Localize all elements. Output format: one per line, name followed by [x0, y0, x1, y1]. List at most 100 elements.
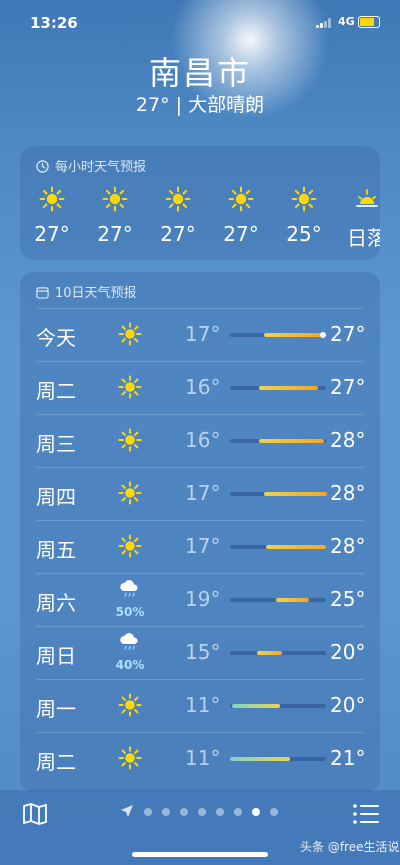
- day-label: 周二: [36, 379, 76, 403]
- temp-range-fill: [276, 598, 309, 602]
- precip-chance: 40%: [115, 658, 145, 672]
- day-label: 今天: [36, 326, 76, 350]
- low-temp: 17°: [185, 534, 221, 558]
- row-divider: [36, 573, 364, 574]
- sunset-icon: [337, 186, 380, 216]
- rain-cloud-icon: [118, 630, 142, 654]
- hour-temp: 27°: [160, 222, 196, 246]
- forecast-row[interactable]: 周五 17° 28°: [20, 520, 380, 572]
- high-temp: 28°: [330, 428, 366, 452]
- status-bar: 13:26 4G: [0, 0, 400, 44]
- current-temp-dot: [320, 332, 327, 338]
- hour-temp: 日落: [347, 226, 380, 250]
- high-temp: 25°: [330, 587, 366, 611]
- rain-cloud-icon: [118, 577, 142, 601]
- sun-icon: [118, 322, 142, 346]
- temp-range-fill: [230, 757, 290, 761]
- forecast-row[interactable]: 周六 50% 19° 25°: [20, 573, 380, 625]
- hour-item: 日落: [337, 186, 380, 251]
- row-divider: [36, 679, 364, 680]
- day-label: 周二: [36, 750, 76, 774]
- low-temp: 19°: [185, 587, 221, 611]
- sun-icon: [118, 428, 142, 452]
- low-temp: 11°: [185, 746, 221, 770]
- sun-icon: [118, 375, 142, 399]
- temp-range-bar: [230, 598, 326, 602]
- home-indicator[interactable]: [132, 852, 268, 857]
- sun-icon: [148, 186, 208, 216]
- row-divider: [36, 414, 364, 415]
- temp-range-fill: [256, 651, 282, 655]
- row-divider: [36, 308, 364, 309]
- high-temp: 27°: [330, 375, 366, 399]
- temp-range-bar: [230, 492, 327, 496]
- day-label: 周六: [36, 591, 76, 615]
- temp-range-fill: [258, 439, 325, 443]
- temp-range-bar: [230, 386, 326, 390]
- day-label: 周三: [36, 432, 76, 456]
- temp-range-fill: [231, 704, 280, 708]
- status-time: 13:26: [30, 14, 78, 32]
- city-name: 南昌市: [148, 54, 251, 92]
- hourly-forecast-card[interactable]: 每小时天气预报 27° 27° 27° 27° 25° 日落: [20, 146, 380, 260]
- sun-icon: [118, 746, 142, 770]
- day-label: 周一: [36, 697, 76, 721]
- forecast-row[interactable]: 周日 40% 15° 20°: [20, 626, 380, 678]
- hour-item: 27°: [22, 186, 82, 246]
- low-temp: 16°: [185, 375, 221, 399]
- high-temp: 28°: [330, 534, 366, 558]
- hour-temp: 27°: [34, 222, 70, 246]
- precip-chance: 50%: [115, 605, 145, 619]
- daily-header: 10日天气预报: [36, 282, 137, 301]
- location-arrow-icon: [121, 805, 133, 817]
- current-summary: 27° | 大部晴朗: [135, 94, 265, 116]
- hour-temp: 25°: [286, 222, 322, 246]
- forecast-row[interactable]: 周三 16° 28°: [20, 414, 380, 466]
- high-temp: 20°: [330, 640, 366, 664]
- ten-day-forecast-card[interactable]: 10日天气预报 今天 17° 27° 周二 16° 27° 周三 16° 28°…: [20, 272, 380, 792]
- temp-range-fill: [263, 333, 322, 337]
- city-list-icon[interactable]: [352, 802, 380, 826]
- temp-range-fill: [266, 545, 326, 549]
- high-temp: 20°: [330, 693, 366, 717]
- map-icon[interactable]: [22, 802, 48, 826]
- calendar-icon: [36, 287, 49, 299]
- forecast-row[interactable]: 周二 11° 21°: [20, 732, 380, 784]
- hour-temp: 27°: [223, 222, 259, 246]
- hour-item: 27°: [211, 186, 271, 246]
- forecast-row[interactable]: 周四 17° 28°: [20, 467, 380, 519]
- sun-icon: [118, 693, 142, 717]
- forecast-row[interactable]: 周一 11° 20°: [20, 679, 380, 731]
- sun-icon: [85, 186, 145, 216]
- temp-range-bar: [230, 332, 327, 338]
- row-divider: [36, 732, 364, 733]
- sun-icon: [118, 481, 142, 505]
- cellular-signal-icon: [316, 18, 332, 28]
- watermark: 头条 @free生活说: [300, 840, 400, 854]
- hour-item: 27°: [148, 186, 208, 246]
- temp-range-bar: [230, 704, 326, 708]
- low-temp: 11°: [185, 693, 221, 717]
- sun-icon: [274, 186, 334, 216]
- temp-range-bar: [230, 439, 326, 443]
- sun-icon: [211, 186, 271, 216]
- network-type: 4G: [338, 15, 355, 28]
- temp-range-bar: [230, 651, 326, 655]
- high-temp: 27°: [330, 322, 366, 346]
- forecast-row[interactable]: 今天 17° 27°: [20, 308, 380, 360]
- hour-item: 27°: [85, 186, 145, 246]
- high-temp: 28°: [330, 481, 366, 505]
- day-label: 周五: [36, 538, 76, 562]
- sun-icon: [22, 186, 82, 216]
- low-temp: 17°: [185, 322, 221, 346]
- temp-range-fill: [258, 386, 319, 390]
- day-label: 周四: [36, 485, 76, 509]
- battery-icon: [358, 16, 380, 28]
- forecast-row[interactable]: 周二 16° 27°: [20, 361, 380, 413]
- high-temp: 21°: [330, 746, 366, 770]
- hour-temp: 27°: [97, 222, 133, 246]
- low-temp: 15°: [185, 640, 221, 664]
- temp-range-bar: [230, 757, 326, 761]
- low-temp: 16°: [185, 428, 221, 452]
- hour-item: 25°: [274, 186, 334, 246]
